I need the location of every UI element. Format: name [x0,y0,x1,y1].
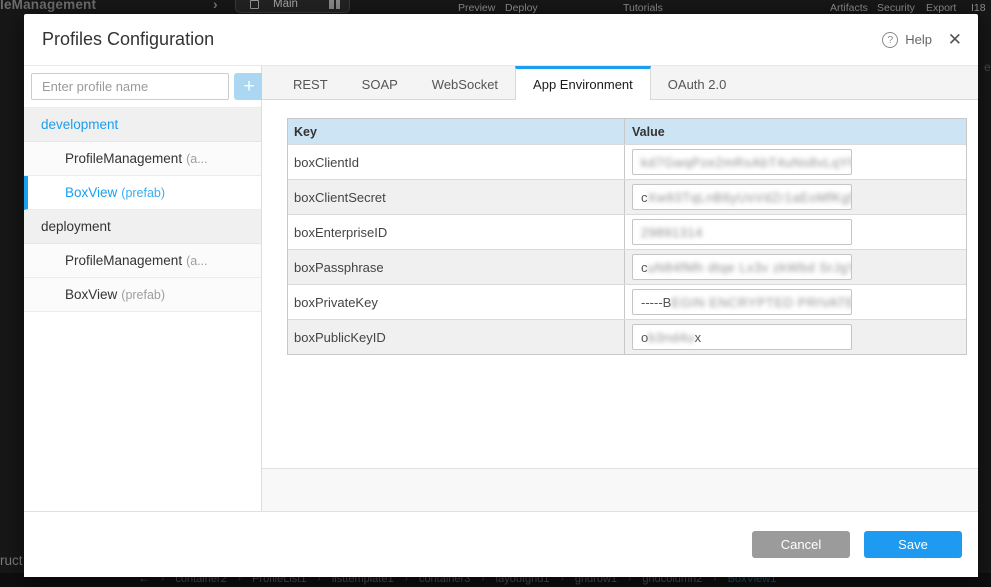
profile-group-deployment[interactable]: deployment [24,210,261,244]
table-row: boxPublicKeyID ob3nd4ux [288,319,966,354]
dialog-title: Profiles Configuration [42,29,214,50]
tab-app-environment[interactable]: App Environment [515,66,651,100]
env-key-label: boxPublicKeyID [288,320,624,354]
help-button[interactable]: ? Help [882,14,932,65]
app-environment-panel: Key Value boxClientId kd7GwqPze2mRxAbT4u… [262,100,978,468]
cancel-button[interactable]: Cancel [752,531,850,558]
table-row: boxEnterpriseID 29891314 [288,214,966,249]
tab-soap[interactable]: SOAP [345,66,415,99]
profile-item-suffix: (a... [186,254,208,268]
nav-item-deploy[interactable]: Deploy [505,2,538,14]
table-row: boxPrivateKey -----BEGIN ENCRYPTED PRIVA… [288,284,966,319]
nav-item-security[interactable]: Security [877,2,915,14]
profile-item-label: ProfileManagement [65,151,182,166]
env-key-label: boxPrivateKey [288,285,624,319]
tab-oauth[interactable]: OAuth 2.0 [651,66,744,99]
column-header-value: Value [624,119,966,144]
main-page-chip[interactable]: Main [235,0,350,13]
table-header-row: Key Value [288,119,966,144]
profile-item-boxview[interactable]: BoxView (prefab) [24,278,261,312]
background-text-fragment: e [984,60,991,74]
save-button[interactable]: Save [864,531,962,558]
profile-name-input[interactable] [31,73,229,100]
profile-create-row: + [24,66,261,108]
profile-item-label: BoxView [65,287,117,302]
help-label: Help [905,32,932,47]
close-icon[interactable]: ✕ [948,14,962,65]
env-key-label: boxClientId [288,145,624,179]
profiles-sidebar: + development ProfileManagement (a... Bo… [24,66,262,511]
service-tabbar: REST SOAP WebSocket App Environment OAut… [262,66,978,100]
dialog-footer: Cancel Save [24,511,978,577]
profile-item-boxview-selected[interactable]: BoxView (prefab) [24,176,261,210]
profile-item-suffix: (a... [186,152,208,166]
panel-footer-strip [262,468,978,511]
nav-item-artifacts[interactable]: Artifacts [830,2,868,14]
nav-item-preview[interactable]: Preview [458,2,495,14]
profile-detail-panel: REST SOAP WebSocket App Environment OAut… [262,66,978,511]
value-clear-text: -----B [641,295,671,310]
value-input[interactable]: kd7GwqPze2mRxAbT4uNs8vLqYh0j [632,149,852,175]
profile-list: development ProfileManagement (a... BoxV… [24,108,261,511]
profile-item-profilemanagement[interactable]: ProfileManagement (a... [24,142,261,176]
add-profile-button[interactable]: + [234,73,264,100]
value-redacted-text: 29891314 [641,225,703,240]
value-input[interactable]: cuN84fMh dtqe Lx3v zkWbd SrJgY0p [632,254,852,280]
env-key-label: boxEnterpriseID [288,215,624,249]
value-clear-text: x [695,330,702,345]
profile-item-label: ProfileManagement [65,253,182,268]
profiles-configuration-dialog: Profiles Configuration ? Help ✕ + develo… [24,14,978,577]
value-redacted-text: b3nd4u [648,330,694,345]
env-key-label: boxPassphrase [288,250,624,284]
tab-websocket[interactable]: WebSocket [415,66,515,99]
value-redacted-text: EGIN ENCRYPTED PRIVATE KE [671,295,852,310]
help-icon: ? [882,32,898,48]
value-redacted-text: Xw93TqLnB6yUsVdZr1aEoMfKg52pHt [648,190,853,205]
env-key-value-table: Key Value boxClientId kd7GwqPze2mRxAbT4u… [287,118,967,355]
column-header-key: Key [288,119,624,144]
nav-item-tutorials[interactable]: Tutorials [623,2,663,14]
columns-icon [329,0,340,9]
table-row: boxClientSecret cXw93TqLnB6yUsVdZr1aEoMf… [288,179,966,214]
value-redacted-text: uN84fMh dtqe Lx3v zkWbd SrJgY0p [648,260,853,275]
project-name-fragment: leManagement [0,0,96,12]
value-clear-text: o [641,330,648,345]
profile-item-suffix: (prefab) [121,288,165,302]
tab-rest[interactable]: REST [276,66,345,99]
table-row: boxClientId kd7GwqPze2mRxAbT4uNs8vLqYh0j [288,144,966,179]
nav-item-i18n[interactable]: I18 [971,2,986,14]
profile-group-development[interactable]: development [24,108,261,142]
background-top-nav: leManagement › Main Preview Deploy Tutor… [0,0,991,14]
chevron-right-icon: › [213,0,218,12]
table-row: boxPassphrase cuN84fMh dtqe Lx3v zkWbd S… [288,249,966,284]
nav-item-export[interactable]: Export [926,2,956,14]
value-input[interactable]: ob3nd4ux [632,324,852,350]
structure-panel-fragment: ruct [0,553,23,568]
dialog-header: Profiles Configuration ? Help ✕ [24,14,978,66]
value-input[interactable]: cXw93TqLnB6yUsVdZr1aEoMfKg52pHt [632,184,852,210]
env-key-label: boxClientSecret [288,180,624,214]
profile-item-suffix: (prefab) [121,186,165,200]
profile-item-label: BoxView [65,185,117,200]
value-input[interactable]: -----BEGIN ENCRYPTED PRIVATE KEY-----\ [632,289,852,315]
value-redacted-text: kd7GwqPze2mRxAbT4uNs8vLqYh0j [641,155,852,170]
value-input[interactable]: 29891314 [632,219,852,245]
main-page-label: Main [273,0,298,10]
profile-item-profilemanagement[interactable]: ProfileManagement (a... [24,244,261,278]
page-icon [250,0,259,9]
